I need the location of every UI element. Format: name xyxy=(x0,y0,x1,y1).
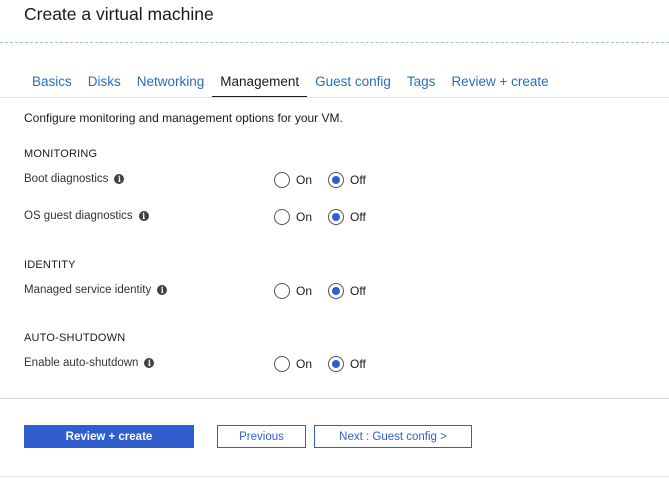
tab-networking[interactable]: Networking xyxy=(129,72,213,96)
info-icon[interactable]: i xyxy=(138,211,149,221)
radio-label-on: On xyxy=(296,284,313,298)
tab-tags[interactable]: Tags xyxy=(399,72,444,96)
radio-label-off: Off xyxy=(350,210,366,224)
boot-diagnostics-label: Boot diagnostics i xyxy=(24,173,125,185)
section-monitoring: MONITORING xyxy=(24,148,98,160)
radio-label-on: On xyxy=(296,357,313,371)
radio-checked-icon xyxy=(328,209,344,225)
radio-label-off: Off xyxy=(350,173,366,187)
previous-button[interactable]: Previous xyxy=(217,425,306,448)
radio-checked-icon xyxy=(328,283,344,299)
radio-icon xyxy=(274,172,290,188)
radio-label-on: On xyxy=(296,173,313,187)
header-divider xyxy=(0,42,669,43)
section-identity: IDENTITY xyxy=(24,259,76,271)
tab-management[interactable]: Management xyxy=(212,72,308,98)
next-guest-config-button[interactable]: Next : Guest config > xyxy=(314,425,472,448)
managed-service-identity-label: Managed service identity i xyxy=(24,284,168,296)
info-icon[interactable]: i xyxy=(114,174,125,184)
os-guest-diagnostics-off[interactable]: Off xyxy=(328,209,366,225)
footer-divider xyxy=(0,398,669,399)
boot-diagnostics-on[interactable]: On xyxy=(274,172,312,188)
boot-diagnostics-off[interactable]: Off xyxy=(328,172,366,188)
radio-checked-icon xyxy=(328,172,344,188)
radio-label-on: On xyxy=(296,210,313,224)
os-guest-diagnostics-on[interactable]: On xyxy=(274,209,312,225)
tabs-divider xyxy=(0,97,669,98)
managed-service-identity-off[interactable]: Off xyxy=(328,283,366,299)
enable-auto-shutdown-on[interactable]: On xyxy=(274,356,312,372)
enable-auto-shutdown-label: Enable auto-shutdown i xyxy=(24,357,155,369)
os-guest-diagnostics-label: OS guest diagnostics i xyxy=(24,210,149,222)
section-auto-shutdown: AUTO-SHUTDOWN xyxy=(24,332,126,344)
enable-auto-shutdown-text: Enable auto-shutdown xyxy=(24,357,139,369)
page-bottom-divider xyxy=(0,476,669,477)
enable-auto-shutdown-off[interactable]: Off xyxy=(328,356,366,372)
page-title: Create a virtual machine xyxy=(24,4,214,24)
tab-guest-config[interactable]: Guest config xyxy=(307,72,399,96)
radio-icon xyxy=(274,209,290,225)
wizard-tabs: Basics Disks Networking Management Guest… xyxy=(24,72,557,98)
tab-review-create[interactable]: Review + create xyxy=(443,72,556,96)
boot-diagnostics-text: Boot diagnostics xyxy=(24,173,109,185)
radio-checked-icon xyxy=(328,356,344,372)
radio-icon xyxy=(274,283,290,299)
review-create-button[interactable]: Review + create xyxy=(24,425,194,448)
intro-text: Configure monitoring and management opti… xyxy=(24,111,343,125)
managed-service-identity-on[interactable]: On xyxy=(274,283,312,299)
tab-disks[interactable]: Disks xyxy=(80,72,129,96)
radio-icon xyxy=(274,356,290,372)
tab-basics[interactable]: Basics xyxy=(24,72,80,96)
info-icon[interactable]: i xyxy=(157,285,168,295)
radio-label-off: Off xyxy=(350,357,366,371)
radio-label-off: Off xyxy=(350,284,366,298)
managed-service-identity-text: Managed service identity xyxy=(24,284,152,296)
info-icon[interactable]: i xyxy=(144,358,155,368)
os-guest-diagnostics-text: OS guest diagnostics xyxy=(24,210,133,222)
